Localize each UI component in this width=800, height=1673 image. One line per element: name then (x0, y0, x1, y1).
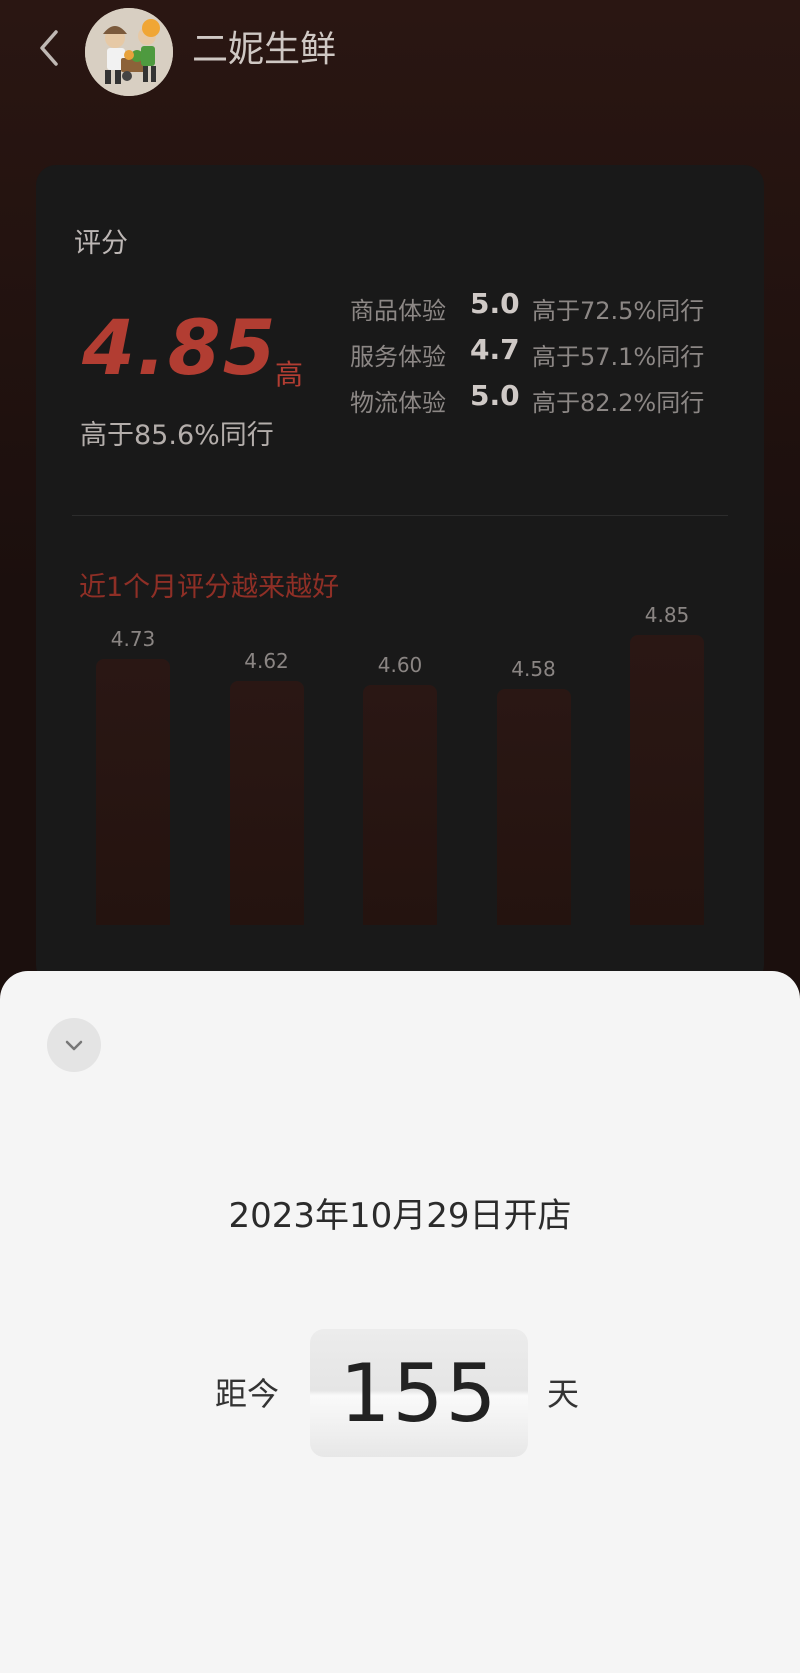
days-counter: 155 (310, 1329, 528, 1457)
trend-bar-fill (496, 689, 571, 925)
since-label: 距今 (215, 1375, 280, 1413)
trend-bar: 4.73 (96, 165, 170, 925)
back-button[interactable] (34, 28, 64, 68)
trend-bar: 4.58 (496, 165, 571, 925)
avatar-illustration (85, 8, 173, 96)
trend-bar-chart: 4.73 4.62 4.60 4.58 4.85 (36, 165, 764, 985)
trend-bar: 4.62 (229, 165, 304, 925)
shop-avatar[interactable] (85, 8, 173, 96)
trend-bar-value: 4.60 (377, 653, 423, 677)
open-date-text: 2023年10月29日开店 (228, 1196, 572, 1236)
days-since-row: 距今 155 天 (0, 1329, 800, 1459)
trend-bar-fill (363, 685, 437, 925)
trend-bar: 4.60 (363, 165, 437, 925)
shop-name: 二妮生鲜 (192, 29, 337, 70)
trend-bar-fill (96, 659, 170, 925)
collapse-button[interactable] (47, 1018, 101, 1072)
trend-bar-value: 4.73 (110, 627, 156, 651)
chevron-down-icon (65, 1040, 83, 1051)
trend-bar-fill (630, 635, 704, 925)
chevron-left-icon (40, 30, 58, 66)
top-bar: 二妮生鲜 (0, 0, 800, 100)
trend-bar-value: 4.62 (244, 649, 289, 673)
days-value: 155 (339, 1346, 499, 1440)
bottom-sheet: 2023年10月29日开店 距今 155 天 (0, 971, 800, 1673)
trend-bar: 4.85 (630, 165, 704, 925)
trend-bar-fill (229, 681, 304, 925)
rating-card: 评分 4.85 高 高于85.6%同行 商品体验 5.0 高于72.5%同行 服… (36, 165, 764, 985)
days-unit: 天 (547, 1375, 580, 1413)
trend-bar-value: 4.85 (644, 603, 690, 627)
trend-bar-value: 4.58 (511, 657, 556, 681)
